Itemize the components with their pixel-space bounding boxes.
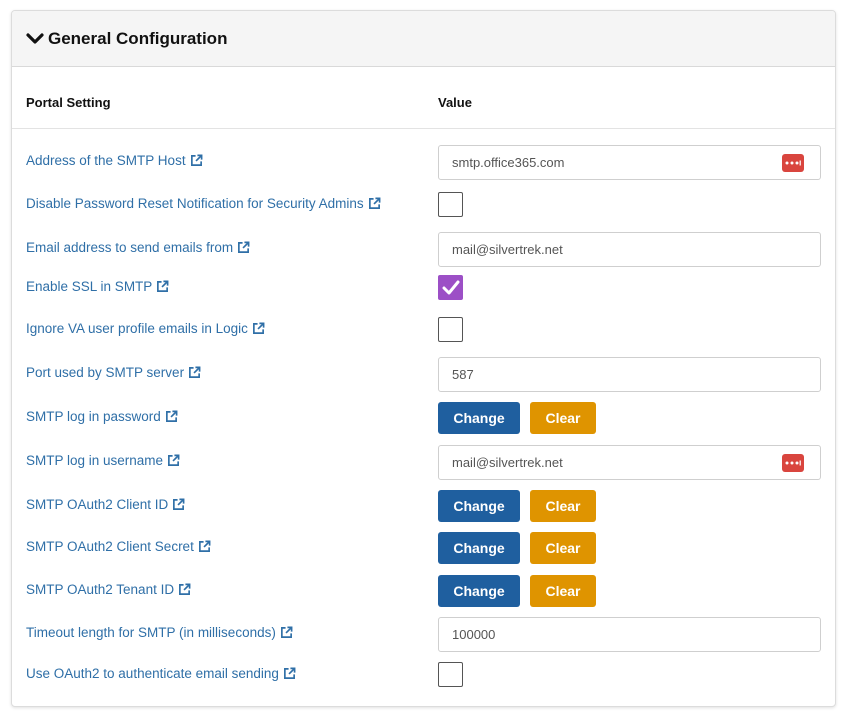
external-link-icon [165, 410, 178, 422]
address-of-the-smtp-host-input[interactable]: smtp.office365.com [438, 145, 821, 180]
setting-link-timeout-length-for-smtp-in-milliseconds[interactable]: Timeout length for SMTP (in milliseconds… [26, 625, 293, 640]
input-value: 100000 [452, 627, 496, 642]
smtp-oauth2-tenant-id-clear-button[interactable]: Clear [530, 575, 596, 607]
external-link-icon [157, 280, 169, 292]
setting-label: SMTP log in username [26, 453, 164, 468]
panel-title: General Configuration [48, 28, 228, 48]
setting-label: Address of the SMTP Host [26, 153, 186, 168]
ignore-va-user-profile-emails-in-logic-checkbox[interactable] [438, 317, 463, 342]
setting-link-port-used-by-smtp-server[interactable]: Port used by SMTP server [26, 365, 201, 380]
setting-link-smtp-log-in-username[interactable]: SMTP log in username [26, 453, 180, 468]
setting-link-email-address-to-send-emails-from[interactable]: Email address to send emails from [26, 240, 250, 255]
setting-label: SMTP log in password [26, 409, 161, 424]
smtp-oauth2-client-id-change-button[interactable]: Change [438, 490, 520, 522]
external-link-icon [238, 241, 250, 253]
general-configuration-panel: General Configuration Portal Setting Val… [11, 10, 836, 707]
external-link-icon [280, 626, 293, 638]
external-link-icon [198, 540, 211, 552]
external-link-icon [173, 498, 185, 510]
input-value: mail@silvertrek.net [452, 242, 563, 257]
panel-header-toggle[interactable]: General Configuration [12, 11, 835, 67]
chevron-down-icon [26, 32, 44, 44]
setting-link-smtp-oauth2-client-id[interactable]: SMTP OAuth2 Client ID [26, 497, 185, 512]
smtp-log-in-username-input[interactable]: mail@silvertrek.net [438, 445, 821, 480]
smtp-oauth2-tenant-id-change-button[interactable]: Change [438, 575, 520, 607]
setting-link-smtp-oauth2-tenant-id[interactable]: SMTP OAuth2 Tenant ID [26, 582, 191, 597]
external-link-icon [168, 454, 180, 466]
setting-link-enable-ssl-in-smtp[interactable]: Enable SSL in SMTP [26, 279, 169, 294]
external-link-icon [179, 583, 191, 595]
use-oauth2-to-authenticate-email-sending-checkbox[interactable] [438, 662, 463, 687]
smtp-oauth2-client-secret-change-button[interactable]: Change [438, 532, 520, 564]
password-manager-icon[interactable] [782, 454, 804, 472]
setting-label: Use OAuth2 to authenticate email sending [26, 666, 279, 681]
external-link-icon [368, 197, 381, 209]
setting-link-ignore-va-user-profile-emails-in-logic[interactable]: Ignore VA user profile emails in Logic [26, 321, 265, 336]
input-value: mail@silvertrek.net [452, 455, 563, 470]
setting-link-smtp-log-in-password[interactable]: SMTP log in password [26, 409, 178, 424]
external-link-icon [283, 667, 296, 679]
setting-label: Email address to send emails from [26, 240, 234, 255]
timeout-length-for-smtp-in-milliseconds-input[interactable]: 100000 [438, 617, 821, 652]
external-link-icon [190, 154, 203, 166]
input-value: smtp.office365.com [452, 155, 565, 170]
setting-label: SMTP OAuth2 Client Secret [26, 539, 194, 554]
setting-label: Enable SSL in SMTP [26, 279, 153, 294]
password-manager-icon[interactable] [782, 154, 804, 172]
column-headers: Portal Setting Value [12, 67, 835, 129]
setting-link-use-oauth2-to-authenticate-email-sending[interactable]: Use OAuth2 to authenticate email sending [26, 666, 296, 681]
port-used-by-smtp-server-input[interactable]: 587 [438, 357, 821, 392]
setting-label: SMTP OAuth2 Tenant ID [26, 582, 175, 597]
setting-link-address-of-the-smtp-host[interactable]: Address of the SMTP Host [26, 153, 203, 168]
setting-label: Disable Password Reset Notification for … [26, 196, 364, 211]
checkmark-icon [442, 280, 459, 294]
disable-password-reset-notification-for-security-admins-checkbox[interactable] [438, 192, 463, 217]
enable-ssl-in-smtp-checkbox[interactable] [438, 275, 463, 300]
setting-label: SMTP OAuth2 Client ID [26, 497, 169, 512]
external-link-icon [252, 322, 265, 334]
smtp-oauth2-client-secret-clear-button[interactable]: Clear [530, 532, 596, 564]
smtp-log-in-password-clear-button[interactable]: Clear [530, 402, 596, 434]
email-address-to-send-emails-from-input[interactable]: mail@silvertrek.net [438, 232, 821, 267]
setting-label: Ignore VA user profile emails in Logic [26, 321, 248, 336]
external-link-icon [189, 366, 201, 378]
setting-link-smtp-oauth2-client-secret[interactable]: SMTP OAuth2 Client Secret [26, 539, 211, 554]
setting-link-disable-password-reset-notification-for-security-admins[interactable]: Disable Password Reset Notification for … [26, 196, 381, 211]
setting-label: Timeout length for SMTP (in milliseconds… [26, 625, 276, 640]
smtp-log-in-password-change-button[interactable]: Change [438, 402, 520, 434]
setting-label: Port used by SMTP server [26, 365, 185, 380]
smtp-oauth2-client-id-clear-button[interactable]: Clear [530, 490, 596, 522]
column-header-value: Value [438, 95, 472, 110]
column-header-setting: Portal Setting [26, 95, 111, 110]
input-value: 587 [452, 367, 474, 382]
